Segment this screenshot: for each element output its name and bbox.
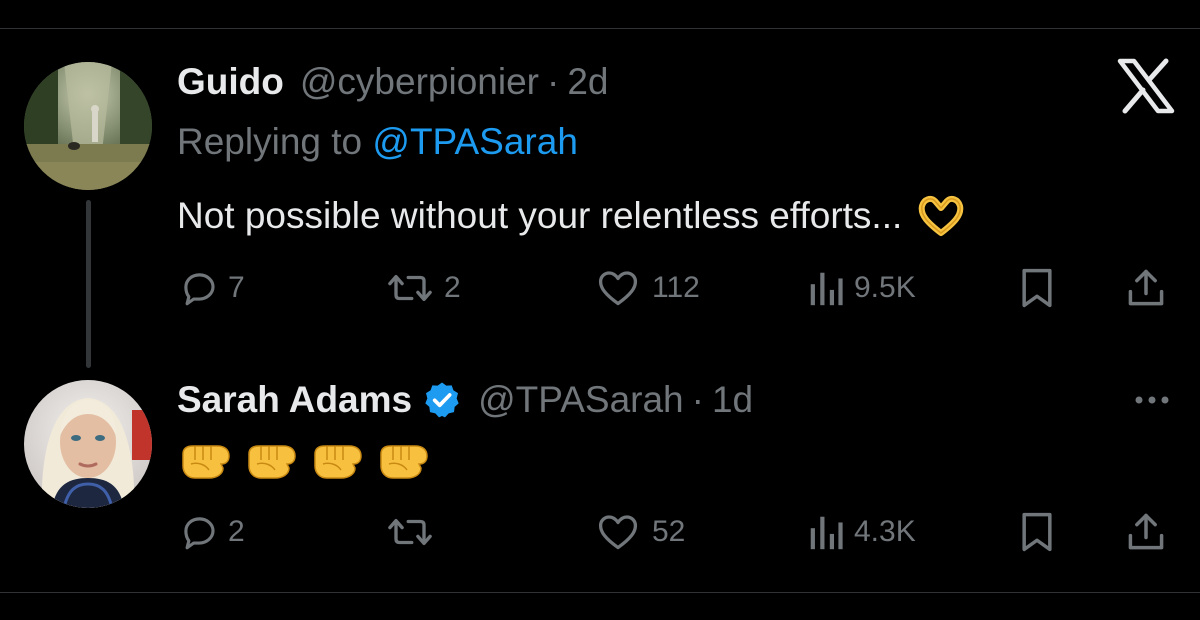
tweet-header: Guido @cyberpionier · 2d xyxy=(177,60,608,104)
views-button[interactable]: 4.3K xyxy=(806,508,916,556)
author-name[interactable]: Sarah Adams xyxy=(177,378,412,422)
share-button[interactable] xyxy=(1124,264,1168,312)
thread-view: Guido @cyberpionier · 2d Replying to @TP… xyxy=(0,0,1200,620)
tweet-text xyxy=(177,438,431,486)
views-count: 9.5K xyxy=(854,271,916,304)
reply-button[interactable]: 7 xyxy=(178,264,245,312)
replying-to: Replying to @TPASarah xyxy=(177,120,578,164)
repost-button[interactable] xyxy=(384,508,444,556)
x-logo-icon[interactable] xyxy=(1116,58,1176,114)
timestamp[interactable]: 1d xyxy=(712,378,753,422)
mention-link[interactable]: @TPASarah xyxy=(372,121,578,162)
separator-dot: · xyxy=(546,61,560,102)
author-handle[interactable]: @TPASarah xyxy=(478,378,684,422)
bookmark-button[interactable] xyxy=(1018,508,1056,556)
like-button[interactable]: 112 xyxy=(596,264,700,312)
reply-icon xyxy=(184,517,215,550)
share-button[interactable] xyxy=(1124,508,1168,556)
divider xyxy=(0,28,1200,29)
like-count: 52 xyxy=(652,515,686,548)
separator-dot: · xyxy=(691,379,704,420)
fist-bump-emoji-icon xyxy=(380,445,428,479)
tweet-actions: 2 52 4.3K xyxy=(0,508,1200,556)
share-icon xyxy=(1128,513,1164,550)
tweet-header: Sarah Adams @TPASarah · 1d xyxy=(177,378,753,422)
author-name[interactable]: Guido xyxy=(177,60,284,104)
more-icon[interactable] xyxy=(1132,390,1172,410)
bookmark-icon xyxy=(1022,512,1052,552)
author-handle[interactable]: @cyberpionier xyxy=(300,60,539,104)
verified-badge-icon xyxy=(425,382,459,418)
repost-button[interactable]: 2 xyxy=(384,264,461,312)
bookmark-button[interactable] xyxy=(1018,264,1056,312)
views-count: 4.3K xyxy=(854,515,916,548)
repost-count: 2 xyxy=(444,271,461,304)
replying-prefix: Replying to xyxy=(177,121,373,162)
tweet-text-content: Not possible without your relentless eff… xyxy=(177,195,903,236)
reply-icon xyxy=(184,273,215,306)
avatar[interactable] xyxy=(24,380,152,508)
like-button[interactable]: 52 xyxy=(596,508,685,556)
fist-bump-emoji-icon xyxy=(182,445,230,479)
timestamp[interactable]: 2d xyxy=(567,60,608,104)
views-icon xyxy=(810,272,843,306)
like-icon xyxy=(598,515,638,550)
repost-icon xyxy=(388,274,432,302)
fist-bump-emoji-icon xyxy=(248,445,296,479)
share-icon xyxy=(1128,269,1164,306)
like-icon xyxy=(598,271,638,306)
reply-count: 7 xyxy=(228,271,245,304)
repost-icon xyxy=(388,518,432,546)
avatar[interactable] xyxy=(24,62,152,190)
tweet-text: Not possible without your relentless eff… xyxy=(177,193,964,239)
divider xyxy=(0,592,1200,593)
bookmark-icon xyxy=(1022,268,1052,308)
like-count: 112 xyxy=(652,271,700,304)
views-button[interactable]: 9.5K xyxy=(806,264,916,312)
reply-button[interactable]: 2 xyxy=(178,508,245,556)
fist-bump-emoji-icon xyxy=(314,445,362,479)
heart-hands-emoji-icon xyxy=(919,195,964,236)
reply-count: 2 xyxy=(228,515,245,548)
tweet-actions: 7 2 112 9.5K xyxy=(0,264,1200,312)
views-icon xyxy=(810,516,843,550)
